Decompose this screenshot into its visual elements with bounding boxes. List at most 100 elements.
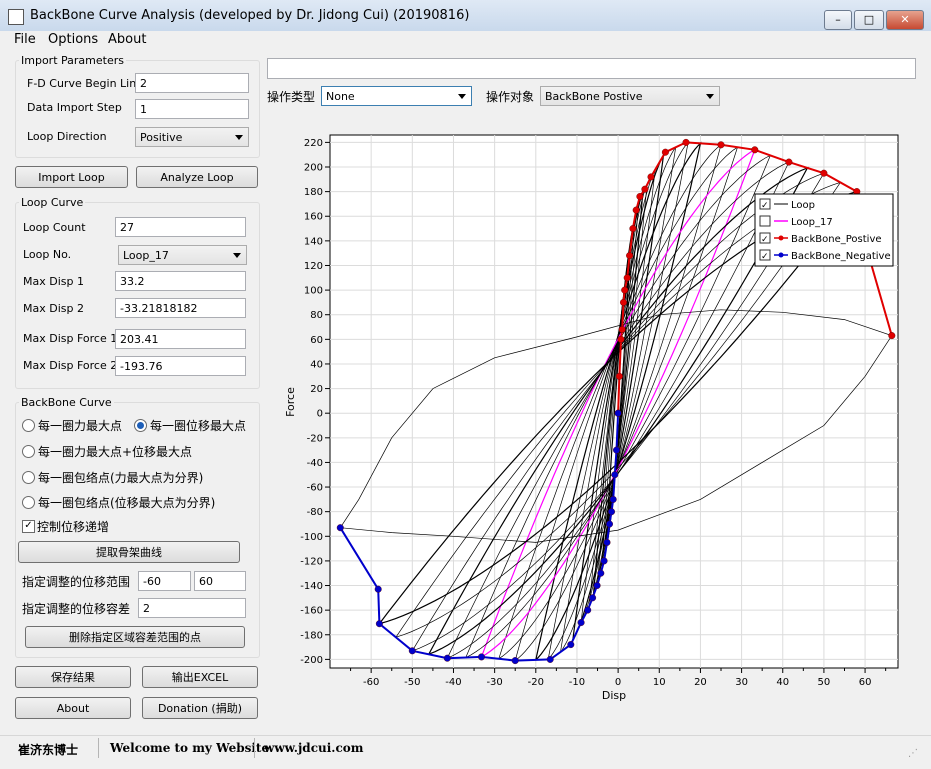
loop-direction-select[interactable]: Positive — [135, 127, 249, 147]
loop-direction-label: Loop Direction — [27, 130, 107, 143]
maximize-button[interactable]: □ — [854, 10, 884, 30]
x-tick-label: 10 — [653, 677, 666, 688]
legend-label-loop17: Loop_17 — [791, 217, 833, 228]
radio-disp-max-label: 每一圈位移最大点 — [150, 419, 247, 433]
adjust-tolerance-input[interactable]: 2 — [138, 598, 246, 618]
max-force2-input[interactable]: -193.76 — [115, 356, 246, 376]
import-step-label: Data Import Step — [27, 101, 122, 114]
legend-label-backbone-positive: BackBone_Postive — [791, 234, 882, 245]
backbone-negative-point — [577, 619, 585, 627]
save-result-button[interactable]: 保存结果 — [15, 666, 131, 688]
y-tick-label: -120 — [300, 556, 323, 567]
delete-points-button[interactable]: 删除指定区域容差范围的点 — [25, 626, 245, 648]
backbone-positive-point — [647, 173, 655, 181]
force-disp-chart[interactable]: -60 -50 -40 -30 -20 -10 0 10 20 30 40 50 60220200180… — [266, 130, 906, 704]
operation-type-value: None — [326, 90, 355, 103]
backbone-positive-point — [820, 169, 828, 177]
status-author: 崔济东博士 — [18, 743, 79, 757]
operation-object-value: BackBone Postive — [545, 90, 643, 103]
begin-line-input[interactable]: 2 — [135, 73, 249, 93]
x-axis-label: Disp — [602, 689, 626, 702]
max-disp1-input[interactable]: 33.2 — [115, 271, 246, 291]
radio-force-disp-max-label: 每一圈力最大点+位移最大点 — [38, 445, 193, 459]
radio-force-disp-max[interactable] — [22, 445, 35, 458]
about-button[interactable]: About — [15, 697, 131, 719]
operation-type-select[interactable]: None — [321, 86, 472, 106]
y-tick-label: -60 — [307, 483, 323, 494]
x-tick-label: -30 — [486, 677, 502, 688]
backbone-negative-point — [375, 620, 383, 628]
x-tick-label: -40 — [445, 677, 461, 688]
x-tick-label: 50 — [818, 677, 831, 688]
message-field[interactable] — [267, 58, 916, 79]
backbone-negative-point — [584, 606, 592, 614]
menu-file[interactable]: File — [14, 32, 36, 47]
radio-envelope-disp-label: 每一圈包络点(位移最大点为分界) — [38, 496, 216, 510]
y-tick-label: 140 — [304, 236, 323, 247]
backbone-positive-point — [888, 332, 896, 340]
max-force1-label: Max Disp Force 1 — [23, 332, 118, 345]
menu-about[interactable]: About — [108, 32, 146, 47]
checkbox-disp-increasing[interactable]: ✓ — [22, 520, 35, 533]
legend-check: ✓ — [761, 252, 769, 262]
y-tick-label: 200 — [304, 163, 323, 174]
backbone-positive-point — [751, 146, 759, 154]
loop-no-value: Loop_17 — [123, 249, 169, 262]
operation-object-label: 操作对象 — [486, 90, 535, 104]
menu-bar: File Options About — [0, 31, 931, 51]
radio-envelope-force[interactable] — [22, 471, 35, 484]
y-tick-label: -100 — [300, 532, 323, 543]
resize-grip-icon[interactable]: ⋰ — [908, 748, 918, 759]
backbone-negative-point — [613, 446, 621, 454]
import-step-input[interactable]: 1 — [135, 99, 249, 119]
backbone-negative-point — [567, 641, 575, 649]
adjust-range-max-input[interactable]: 60 — [194, 571, 246, 591]
menu-options[interactable]: Options — [48, 32, 98, 47]
analyze-loop-button[interactable]: Analyze Loop — [136, 166, 258, 188]
radio-force-max[interactable] — [22, 419, 35, 432]
status-website-link[interactable]: www.jdcui.com — [264, 741, 363, 755]
extract-backbone-button[interactable]: 提取骨架曲线 — [18, 541, 240, 563]
max-disp2-input[interactable]: -33.21818182 — [115, 298, 246, 318]
backbone-negative-point — [600, 557, 608, 565]
y-tick-label: 40 — [310, 359, 323, 370]
status-bar: 崔济东博士 Welcome to my Website www.jdcui.co… — [0, 735, 931, 769]
backbone-negative-point — [477, 653, 485, 661]
backbone-negative-point — [608, 508, 616, 516]
max-force1-input[interactable]: 203.41 — [115, 329, 246, 349]
adjust-range-min-input[interactable]: -60 — [138, 571, 191, 591]
radio-disp-max[interactable] — [134, 419, 147, 432]
status-separator — [254, 738, 255, 758]
adjust-range-label: 指定调整的位移范围 — [22, 575, 131, 589]
backbone-positive-point — [617, 335, 625, 343]
chevron-down-icon — [233, 253, 241, 258]
import-loop-button[interactable]: Import Loop — [15, 166, 128, 188]
loop-no-select[interactable]: Loop_17 — [118, 245, 247, 265]
y-tick-label: -200 — [300, 655, 323, 666]
close-button[interactable]: ✕ — [886, 10, 924, 30]
chevron-down-icon — [706, 94, 714, 99]
loop-count-input[interactable]: 27 — [115, 217, 246, 237]
donation-button[interactable]: Donation (捐助) — [142, 697, 258, 719]
y-tick-label: 20 — [310, 384, 323, 395]
backbone-negative-point — [597, 569, 605, 577]
minimize-button[interactable]: – — [824, 10, 852, 30]
y-tick-label: -20 — [307, 433, 323, 444]
title-bar: BackBone Curve Analysis (developed by Dr… — [0, 0, 931, 32]
backbone-positive-point — [621, 286, 629, 294]
backbone-negative-point — [589, 594, 597, 602]
legend-label-loop: Loop — [791, 200, 815, 211]
backbone-negative-point — [609, 495, 617, 503]
x-tick-label: 30 — [735, 677, 748, 688]
backbone-negative-point — [443, 654, 451, 662]
operation-object-select[interactable]: BackBone Postive — [540, 86, 720, 106]
status-separator — [98, 738, 99, 758]
chevron-down-icon — [458, 94, 466, 99]
x-tick-label: 40 — [776, 677, 789, 688]
backbone-negative-point — [408, 647, 416, 655]
export-excel-button[interactable]: 输出EXCEL — [142, 666, 258, 688]
y-tick-label: -180 — [300, 630, 323, 641]
radio-envelope-disp[interactable] — [22, 496, 35, 509]
backbone-negative-point — [336, 524, 344, 532]
x-tick-label: 20 — [694, 677, 707, 688]
